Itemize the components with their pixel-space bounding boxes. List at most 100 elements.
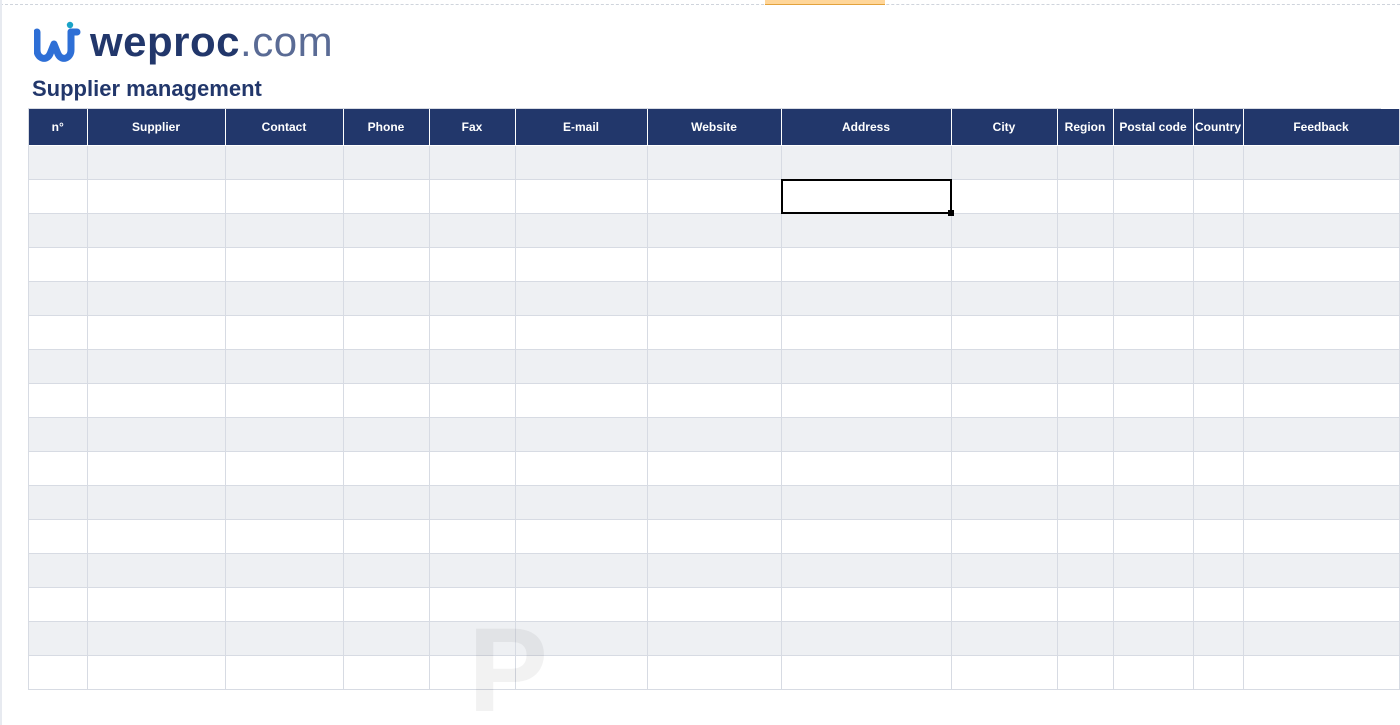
cell-address[interactable] bbox=[781, 383, 951, 417]
cell-postal[interactable] bbox=[1113, 145, 1193, 179]
cell-city[interactable] bbox=[951, 281, 1057, 315]
cell-region[interactable] bbox=[1057, 587, 1113, 621]
cell-region[interactable] bbox=[1057, 621, 1113, 655]
cell-address[interactable] bbox=[781, 281, 951, 315]
cell-address[interactable] bbox=[781, 213, 951, 247]
supplier-table[interactable]: n°SupplierContactPhoneFaxE-mailWebsiteAd… bbox=[29, 109, 1400, 690]
cell-region[interactable] bbox=[1057, 655, 1113, 689]
cell-phone[interactable] bbox=[343, 213, 429, 247]
cell-city[interactable] bbox=[951, 417, 1057, 451]
cell-contact[interactable] bbox=[225, 553, 343, 587]
cell-email[interactable] bbox=[515, 587, 647, 621]
cell-phone[interactable] bbox=[343, 417, 429, 451]
column-header-region[interactable]: Region bbox=[1057, 109, 1113, 145]
cell-fax[interactable] bbox=[429, 349, 515, 383]
cell-feedback[interactable] bbox=[1243, 179, 1399, 213]
cell-postal[interactable] bbox=[1113, 655, 1193, 689]
cell-region[interactable] bbox=[1057, 179, 1113, 213]
cell-region[interactable] bbox=[1057, 213, 1113, 247]
cell-country[interactable] bbox=[1193, 281, 1243, 315]
cell-address[interactable] bbox=[781, 451, 951, 485]
cell-address[interactable] bbox=[781, 621, 951, 655]
column-header-postal[interactable]: Postal code bbox=[1113, 109, 1193, 145]
cell-website[interactable] bbox=[647, 485, 781, 519]
cell-website[interactable] bbox=[647, 519, 781, 553]
cell-fax[interactable] bbox=[429, 145, 515, 179]
cell-website[interactable] bbox=[647, 349, 781, 383]
cell-website[interactable] bbox=[647, 383, 781, 417]
cell-contact[interactable] bbox=[225, 587, 343, 621]
cell-email[interactable] bbox=[515, 621, 647, 655]
cell-city[interactable] bbox=[951, 519, 1057, 553]
cell-postal[interactable] bbox=[1113, 451, 1193, 485]
cell-city[interactable] bbox=[951, 247, 1057, 281]
cell-n[interactable] bbox=[29, 519, 87, 553]
cell-postal[interactable] bbox=[1113, 315, 1193, 349]
cell-feedback[interactable] bbox=[1243, 213, 1399, 247]
cell-country[interactable] bbox=[1193, 247, 1243, 281]
cell-email[interactable] bbox=[515, 417, 647, 451]
cell-email[interactable] bbox=[515, 485, 647, 519]
cell-address[interactable] bbox=[781, 519, 951, 553]
cell-email[interactable] bbox=[515, 247, 647, 281]
column-header-city[interactable]: City bbox=[951, 109, 1057, 145]
cell-fax[interactable] bbox=[429, 621, 515, 655]
cell-supplier[interactable] bbox=[87, 451, 225, 485]
cell-postal[interactable] bbox=[1113, 519, 1193, 553]
cell-city[interactable] bbox=[951, 587, 1057, 621]
cell-postal[interactable] bbox=[1113, 485, 1193, 519]
cell-website[interactable] bbox=[647, 621, 781, 655]
cell-address[interactable] bbox=[781, 179, 951, 213]
cell-contact[interactable] bbox=[225, 179, 343, 213]
cell-address[interactable] bbox=[781, 485, 951, 519]
cell-website[interactable] bbox=[647, 553, 781, 587]
column-header-country[interactable]: Country bbox=[1193, 109, 1243, 145]
cell-feedback[interactable] bbox=[1243, 315, 1399, 349]
cell-supplier[interactable] bbox=[87, 349, 225, 383]
cell-contact[interactable] bbox=[225, 315, 343, 349]
cell-region[interactable] bbox=[1057, 485, 1113, 519]
cell-fax[interactable] bbox=[429, 587, 515, 621]
cell-email[interactable] bbox=[515, 349, 647, 383]
cell-feedback[interactable] bbox=[1243, 655, 1399, 689]
cell-supplier[interactable] bbox=[87, 281, 225, 315]
cell-contact[interactable] bbox=[225, 383, 343, 417]
cell-supplier[interactable] bbox=[87, 485, 225, 519]
cell-fax[interactable] bbox=[429, 655, 515, 689]
cell-email[interactable] bbox=[515, 383, 647, 417]
cell-country[interactable] bbox=[1193, 145, 1243, 179]
cell-n[interactable] bbox=[29, 655, 87, 689]
cell-city[interactable] bbox=[951, 315, 1057, 349]
cell-contact[interactable] bbox=[225, 349, 343, 383]
cell-address[interactable] bbox=[781, 349, 951, 383]
cell-fax[interactable] bbox=[429, 179, 515, 213]
cell-country[interactable] bbox=[1193, 655, 1243, 689]
cell-n[interactable] bbox=[29, 587, 87, 621]
cell-website[interactable] bbox=[647, 315, 781, 349]
cell-fax[interactable] bbox=[429, 553, 515, 587]
cell-fax[interactable] bbox=[429, 247, 515, 281]
cell-region[interactable] bbox=[1057, 145, 1113, 179]
column-header-email[interactable]: E-mail bbox=[515, 109, 647, 145]
cell-contact[interactable] bbox=[225, 247, 343, 281]
cell-country[interactable] bbox=[1193, 383, 1243, 417]
cell-phone[interactable] bbox=[343, 655, 429, 689]
cell-city[interactable] bbox=[951, 213, 1057, 247]
cell-website[interactable] bbox=[647, 145, 781, 179]
cell-city[interactable] bbox=[951, 485, 1057, 519]
cell-n[interactable] bbox=[29, 213, 87, 247]
cell-supplier[interactable] bbox=[87, 383, 225, 417]
cell-feedback[interactable] bbox=[1243, 451, 1399, 485]
cell-postal[interactable] bbox=[1113, 417, 1193, 451]
cell-address[interactable] bbox=[781, 553, 951, 587]
cell-city[interactable] bbox=[951, 655, 1057, 689]
cell-supplier[interactable] bbox=[87, 179, 225, 213]
cell-country[interactable] bbox=[1193, 315, 1243, 349]
cell-feedback[interactable] bbox=[1243, 587, 1399, 621]
cell-feedback[interactable] bbox=[1243, 247, 1399, 281]
cell-feedback[interactable] bbox=[1243, 519, 1399, 553]
cell-supplier[interactable] bbox=[87, 417, 225, 451]
cell-contact[interactable] bbox=[225, 417, 343, 451]
cell-supplier[interactable] bbox=[87, 553, 225, 587]
cell-website[interactable] bbox=[647, 451, 781, 485]
